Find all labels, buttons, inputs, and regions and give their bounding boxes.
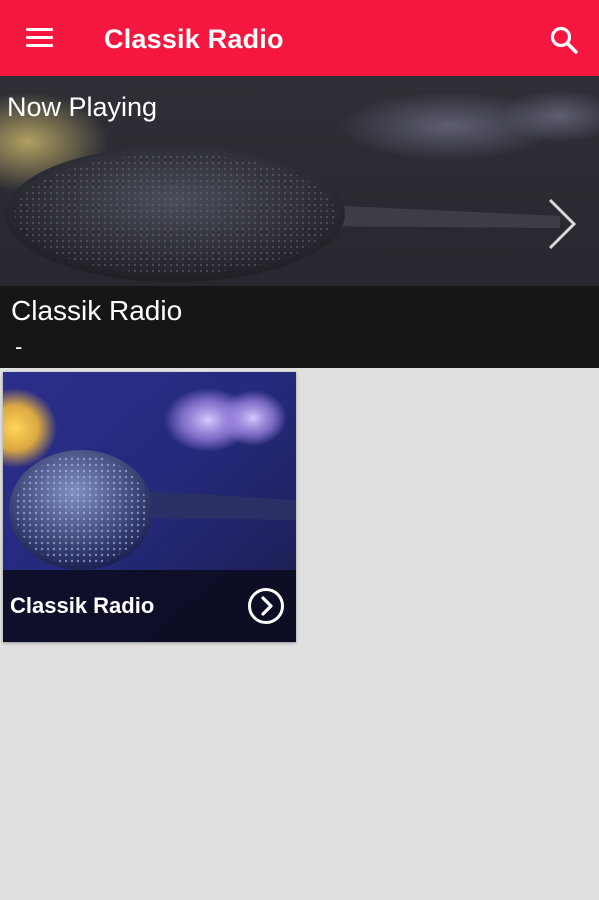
now-playing-info: Classik Radio - bbox=[0, 286, 599, 368]
now-playing-station: Classik Radio bbox=[11, 295, 183, 326]
open-station-button[interactable] bbox=[247, 587, 285, 625]
next-button[interactable] bbox=[540, 194, 584, 254]
station-card-footer: Classik Radio bbox=[3, 570, 296, 642]
station-card-label: Classik Radio bbox=[10, 593, 155, 618]
search-icon bbox=[550, 26, 578, 54]
now-playing-track: - bbox=[15, 334, 23, 359]
search-button[interactable] bbox=[548, 24, 582, 56]
now-playing-banner: Now Playing Classik Radio - bbox=[0, 76, 599, 368]
hamburger-menu-icon bbox=[26, 28, 53, 31]
menu-button[interactable] bbox=[22, 26, 58, 54]
app-bar: Classik Radio bbox=[0, 0, 599, 76]
chevron-right-icon bbox=[548, 198, 577, 250]
now-playing-heading: Now Playing bbox=[7, 92, 158, 122]
app-title: Classik Radio bbox=[104, 24, 284, 54]
station-card[interactable]: Classik Radio bbox=[3, 372, 296, 642]
arrow-circle-right-icon bbox=[248, 588, 284, 624]
